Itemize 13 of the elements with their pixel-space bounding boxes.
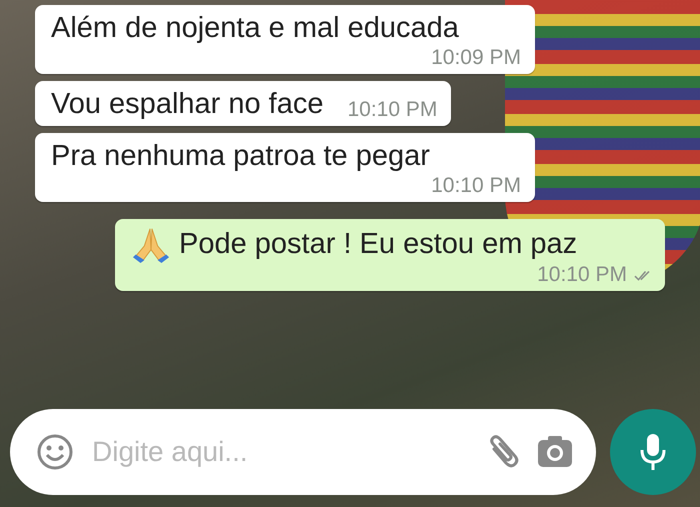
message-time: 10:10 PM: [537, 263, 627, 287]
message-text: Além de nojenta e mal educada: [51, 11, 459, 46]
message-time: 10:10 PM: [431, 174, 521, 198]
emoji-icon[interactable]: [36, 433, 74, 471]
message-text: Pode postar ! Eu estou em paz: [179, 226, 578, 262]
microphone-icon: [639, 432, 667, 472]
message-time: 10:10 PM: [347, 98, 438, 122]
message-input-field[interactable]: Digite aqui...: [10, 409, 596, 495]
message-input[interactable]: Digite aqui...: [90, 435, 470, 469]
message-time: 10:09 PM: [431, 46, 521, 70]
message-text: Vou espalhar no face: [51, 87, 324, 122]
camera-icon[interactable]: [536, 435, 574, 469]
message-text: Pra nenhuma patroa te pegar: [51, 139, 430, 174]
